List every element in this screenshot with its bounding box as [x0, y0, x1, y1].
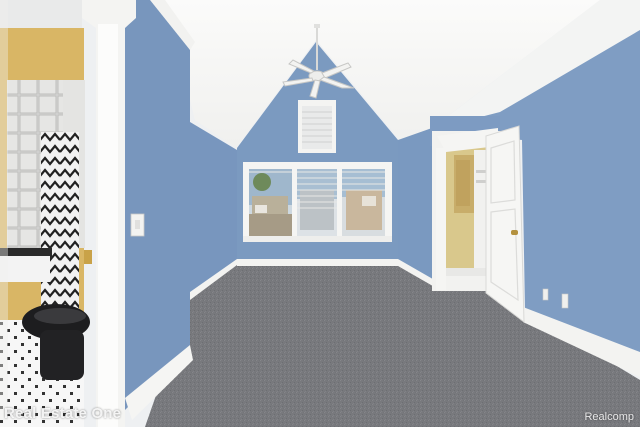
triple-window-panes — [249, 169, 385, 237]
door-knob-icon[interactable] — [511, 230, 518, 235]
bathroom-view — [0, 0, 90, 427]
outlet-icon — [542, 288, 549, 301]
outlet-icon — [561, 293, 569, 309]
watermark-right: Realcomp — [584, 411, 634, 423]
closet-door[interactable] — [485, 125, 525, 324]
bedroom-photo — [0, 0, 640, 427]
shower-curtain — [41, 132, 79, 312]
foreground-left-wall — [125, 0, 190, 410]
door-hinge-icon — [84, 250, 92, 264]
baseboard-back — [237, 259, 398, 266]
watermark-left: Real Estate One — [4, 405, 122, 422]
